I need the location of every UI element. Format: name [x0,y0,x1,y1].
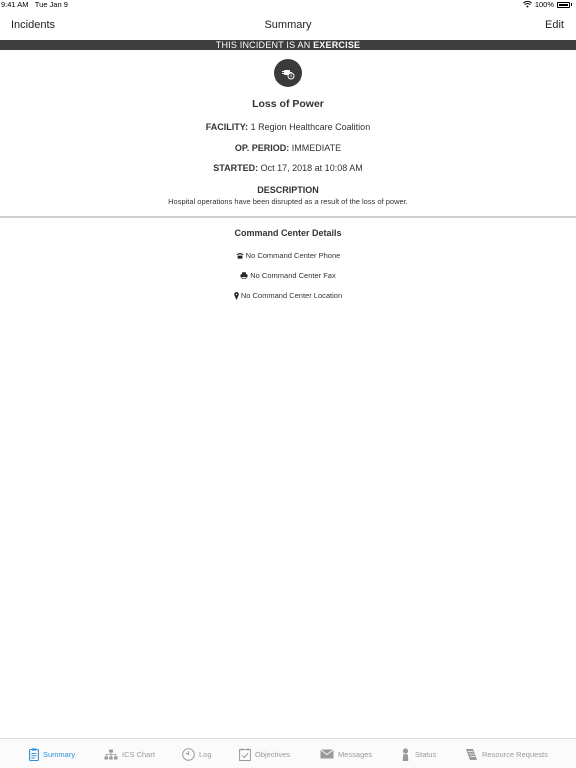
org-chart-icon [104,749,118,759]
tab-objectives[interactable]: Objectives [239,747,290,761]
tab-status-label: Status [415,749,437,759]
facility-value: 1 Region Healthcare Coalition [250,122,371,132]
tab-resource-requests-label: Resource Requests [482,749,548,759]
command-center-fax: No Command Center Fax [0,271,576,280]
command-center-phone: No Command Center Phone [0,251,576,260]
phone-icon [236,253,244,259]
incident-type-badge [274,59,302,87]
op-period-label: OP. PERIOD: [234,143,290,153]
tab-ics-chart-label: ICS Chart [122,749,155,759]
wifi-icon [522,1,532,8]
description-heading: DESCRIPTION [257,185,319,195]
tab-bar: Summary ICS Chart Log Objectives Message… [0,738,576,768]
incident-title: Loss of Power [252,98,324,110]
op-period-row: OP. PERIOD: IMMEDIATE [0,143,576,153]
tab-summary[interactable]: Summary [29,747,75,761]
started-label: STARTED: [213,163,259,173]
tab-log[interactable]: Log [182,747,212,761]
clipboard-icon [29,747,39,761]
log-icon [182,747,195,761]
power-plug-icon [282,70,295,80]
location-text: No Command Center Location [240,291,343,300]
battery-percent: 100% [534,0,554,9]
banner-prefix: THIS INCIDENT IS AN [215,40,314,50]
op-period-value: IMMEDIATE [291,143,342,153]
fax-icon [240,272,248,279]
command-center-location: No Command Center Location [0,291,576,300]
description-text: Hospital operations have been disrupted … [168,197,408,206]
tab-log-label: Log [199,749,212,759]
resource-request-icon [466,748,477,760]
edit-button[interactable]: Edit [545,19,564,31]
started-value: Oct 17, 2018 at 10:08 AM [260,163,363,173]
tab-status[interactable]: Status [400,747,436,761]
started-row: STARTED: Oct 17, 2018 at 10:08 AM [0,163,576,173]
tab-summary-label: Summary [43,749,76,759]
fax-text: No Command Center Fax [250,271,336,280]
banner-emphasis: EXERCISE [313,40,361,50]
phone-text: No Command Center Phone [245,251,341,260]
checklist-icon [239,747,251,761]
command-center-heading: Command Center Details [234,228,342,238]
tab-resource-requests[interactable]: Resource Requests [465,747,548,761]
facility-row: FACILITY: 1 Region Healthcare Coalition [0,122,576,132]
facility-label: FACILITY: [205,122,249,132]
navigation-bar: Incidents Summary Edit [0,11,576,40]
person-icon [402,747,409,761]
battery-tip [571,3,572,6]
page-title: Summary [264,19,312,31]
section-divider [0,216,576,218]
envelope-icon [320,749,334,759]
tab-ics-chart[interactable]: ICS Chart [104,747,155,761]
tab-messages-label: Messages [338,749,373,759]
status-right: 100% [522,0,572,9]
tab-messages[interactable]: Messages [320,747,372,761]
battery-icon [557,1,570,8]
incidents-back-button[interactable]: Incidents [11,19,55,31]
status-time: 9:41 AM Tue Jan 9 [1,0,68,9]
tab-objectives-label: Objectives [255,749,291,759]
exercise-banner: THIS INCIDENT IS AN EXERCISE [0,40,576,50]
status-bar: 9:41 AM Tue Jan 9 100% [0,0,576,11]
map-pin-icon [234,291,239,300]
